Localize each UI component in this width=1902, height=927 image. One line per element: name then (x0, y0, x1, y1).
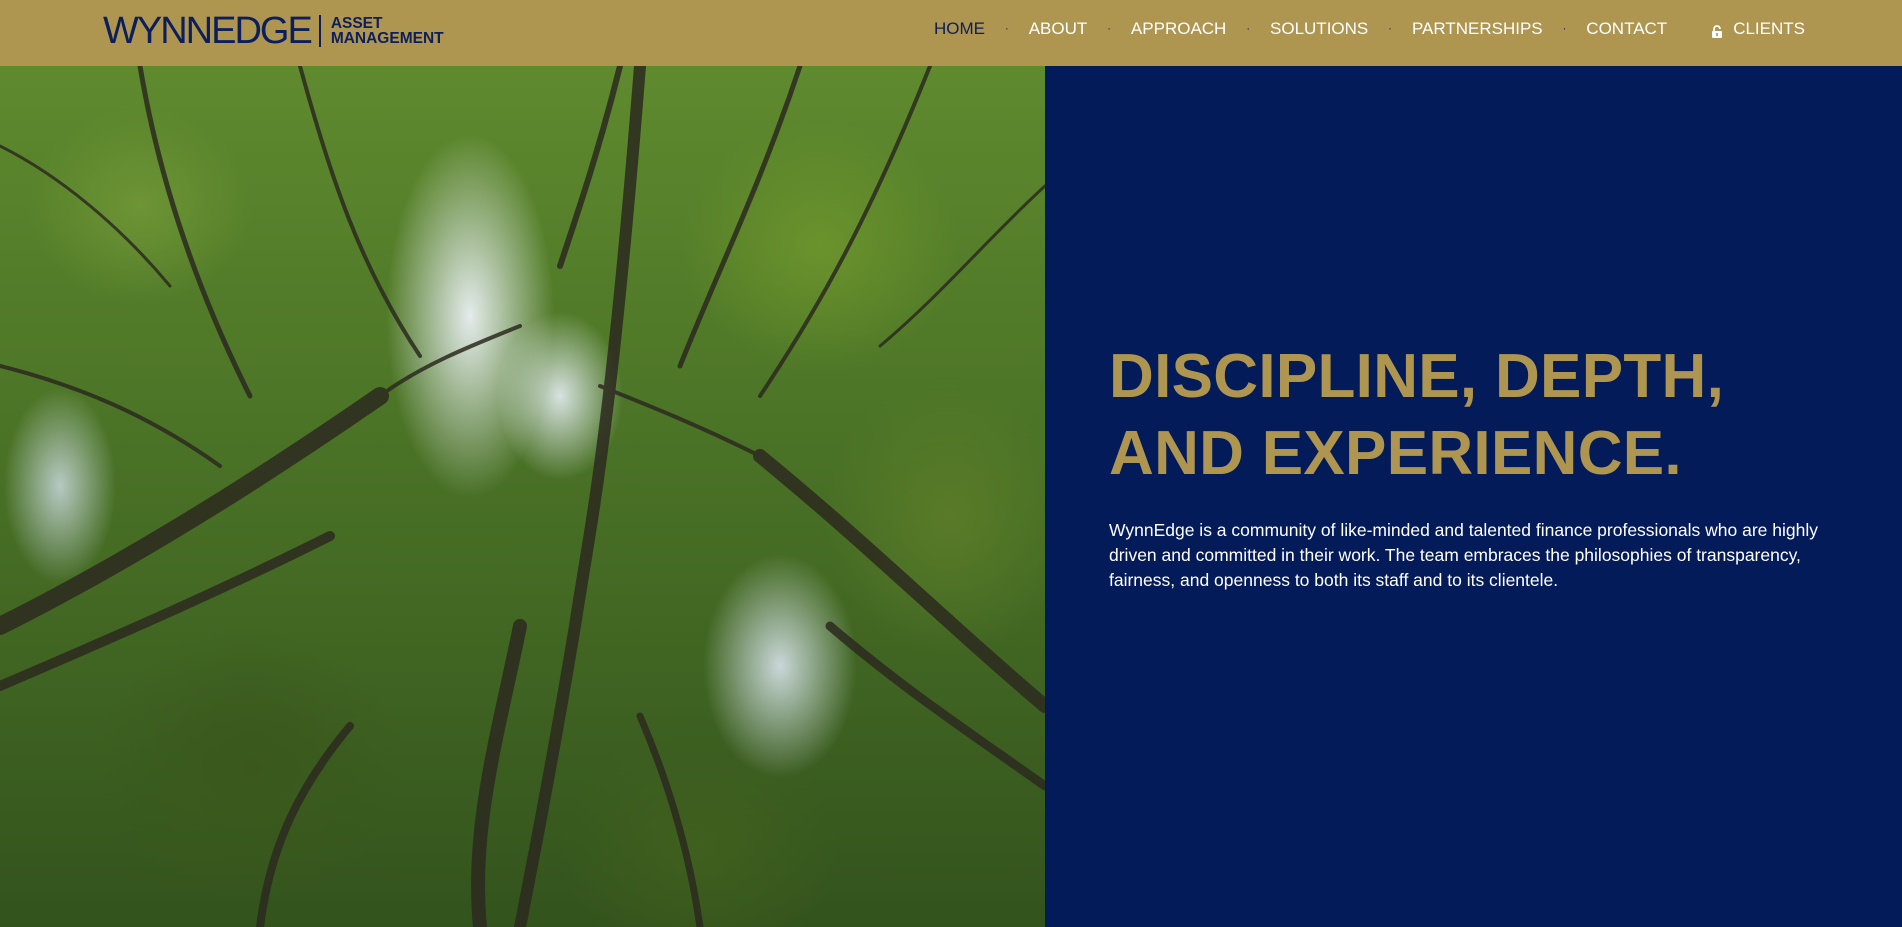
logo-wordmark: WYNNEDGE (103, 10, 313, 52)
hero-description: WynnEdge is a community of like-minded a… (1109, 520, 1818, 590)
nav-separator: · (1388, 22, 1392, 35)
logo-subtitle: ASSET MANAGEMENT (330, 15, 444, 47)
nav-item-about[interactable]: ABOUT (1029, 19, 1088, 39)
nav-item-home[interactable]: HOME (934, 19, 985, 39)
logo-divider (318, 15, 321, 47)
nav-separator: · (1246, 22, 1251, 35)
hero-panel: DISCIPLINE, DEPTH, AND EXPERIENCE. WynnE… (1045, 66, 1902, 927)
nav-separator: · (1005, 22, 1009, 35)
nav-item-partnerships[interactable]: PARTNERSHIPS (1412, 19, 1543, 39)
lock-icon (1711, 23, 1723, 38)
nav-item-contact[interactable]: CONTACT (1586, 19, 1667, 39)
hero-heading-line-2: AND EXPERIENCE. (1109, 419, 1682, 488)
site-header: WYNNEDGE ASSET MANAGEMENT HOME · ABOUT ·… (0, 0, 1902, 66)
hero-heading: DISCIPLINE, DEPTH, AND EXPERIENCE. (1109, 338, 1829, 492)
nav-item-approach[interactable]: APPROACH (1131, 19, 1226, 39)
brand-logo[interactable]: WYNNEDGE ASSET MANAGEMENT (103, 12, 444, 50)
tree-canopy-illustration (0, 66, 1045, 927)
hero-heading-line-1: DISCIPLINE, DEPTH, (1109, 342, 1725, 411)
main-nav: HOME · ABOUT · APPROACH · SOLUTIONS · PA… (934, 0, 1805, 58)
clients-login-link[interactable]: CLIENTS (1711, 19, 1805, 39)
clients-label: CLIENTS (1733, 19, 1805, 38)
hero-image (0, 66, 1045, 927)
nav-separator: · (1562, 22, 1567, 35)
nav-separator: · (1107, 22, 1111, 35)
nav-item-solutions[interactable]: SOLUTIONS (1270, 19, 1368, 39)
